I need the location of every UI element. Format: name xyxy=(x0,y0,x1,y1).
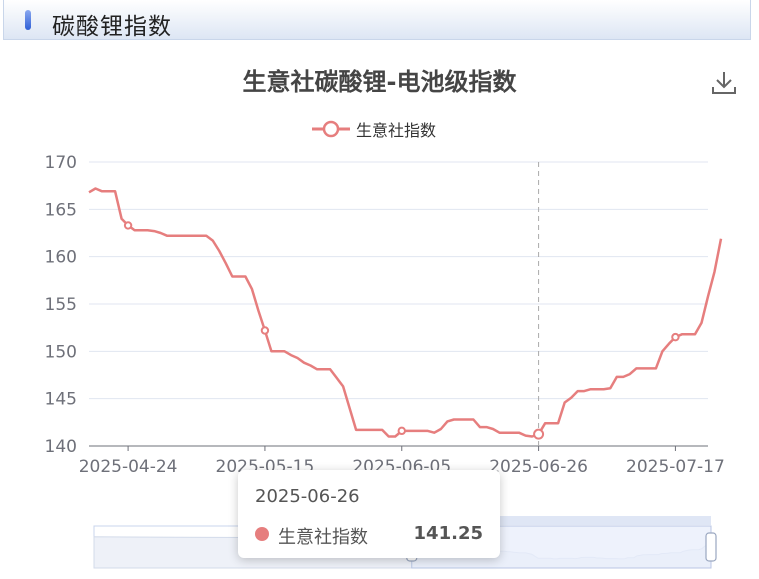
data-point xyxy=(671,332,680,342)
y-tick-label: 145 xyxy=(45,390,77,410)
tooltip-value: 141.25 xyxy=(413,523,483,544)
tooltip-series-name: 生意社指数 xyxy=(278,527,368,548)
tooltip: 2025-06-26 生意社指数 141.25 xyxy=(238,470,500,558)
y-tick-label: 170 xyxy=(45,153,77,173)
y-tick-label: 165 xyxy=(45,200,77,220)
data-point xyxy=(123,221,133,230)
data-point xyxy=(397,426,406,436)
zoom-handle-right[interactable] xyxy=(705,532,717,562)
tooltip-series-dot xyxy=(255,527,269,541)
y-tick-label: 140 xyxy=(45,437,77,457)
y-tick-label: 150 xyxy=(45,342,77,362)
data-point xyxy=(260,326,270,335)
x-tick-label: 2025-04-24 xyxy=(79,457,178,477)
y-tick-label: 160 xyxy=(45,248,77,268)
series-line xyxy=(88,187,723,438)
x-tick-label: 2025-07-17 xyxy=(626,457,725,477)
y-tick-label: 155 xyxy=(45,295,77,315)
tooltip-date: 2025-06-26 xyxy=(255,486,360,507)
x-tick-label: 2025-06-26 xyxy=(489,457,588,477)
data-point xyxy=(533,428,545,440)
